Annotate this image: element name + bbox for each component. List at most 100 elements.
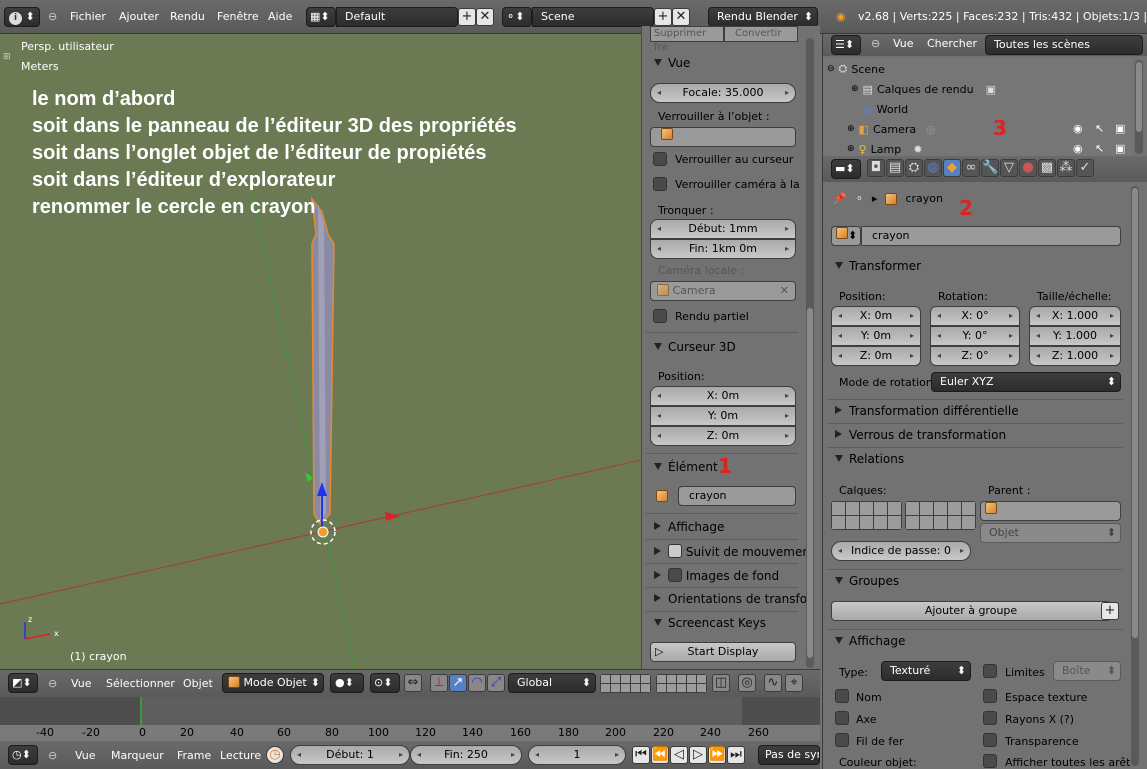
world-tab-icon[interactable]: ◍ (924, 159, 942, 177)
collapse-icon[interactable]: ⊖ (48, 749, 57, 762)
bounds-type-select[interactable]: Boîte ⬍ (1053, 661, 1121, 681)
bounds-checkbox[interactable] (983, 664, 997, 678)
preview-range-icon[interactable]: ◷ (266, 746, 284, 764)
clear-icon[interactable]: ✕ (780, 282, 789, 300)
play-reverse-icon[interactable]: ◁ (670, 746, 688, 764)
viewport-layers-b[interactable] (656, 674, 707, 693)
rotation-mode-select[interactable]: Euler XYZ ⬍ (931, 372, 1121, 392)
lock-camera-checkbox[interactable] (653, 177, 667, 191)
properties-scrollbar[interactable] (1131, 186, 1139, 766)
pass-index-field[interactable]: ◂ Indice de passe: 0 ▸ (831, 541, 971, 561)
panel-header-delta-transform[interactable]: Transformation différentielle (835, 404, 1019, 418)
motion-tracking-checkbox[interactable] (668, 544, 682, 558)
viewport-menu-view[interactable]: Vue (71, 677, 92, 690)
expand-toggle-icon[interactable]: ⊕ (847, 144, 855, 154)
parent-type-select[interactable]: Objet ⬍ (980, 523, 1121, 543)
outliner-item-world[interactable]: ◍ World (863, 100, 908, 118)
panel-header-display[interactable]: Affichage (835, 634, 905, 648)
viewport-menu-object[interactable]: Objet (183, 677, 213, 690)
outliner-editor-type-button[interactable]: ☰⬍ (831, 35, 861, 55)
proportional-edit-icon[interactable]: ∿ (764, 674, 782, 692)
selectable-cursor-icon[interactable]: ↖ (1095, 122, 1104, 135)
location-y-field[interactable]: ◂ Y: 0m ▸ (831, 326, 921, 346)
pin-icon[interactable]: 📌 (833, 192, 847, 205)
info-editor-type-button[interactable]: i ⬍ (4, 7, 40, 27)
xray-checkbox[interactable] (983, 711, 997, 725)
outliner-item-render-layers[interactable]: ⊕ ▤ Calques de rendu ▣ (851, 80, 996, 98)
expand-toggle-icon[interactable]: ⊕ (851, 84, 859, 94)
modifiers-tab-icon[interactable]: 🔧 (981, 159, 999, 177)
properties-editor-type-button[interactable]: ▬⬍ (831, 159, 861, 179)
lock-object-field[interactable] (650, 127, 796, 147)
lock-layers-icon[interactable]: ◫ (712, 674, 730, 692)
outliner-item-camera[interactable]: ⊕ ◧ Camera ◎ (847, 120, 936, 138)
clip-end-field[interactable]: ◂ Fin: 1km 0m ▸ (650, 239, 796, 259)
end-frame-field[interactable]: ◂ Fin: 250 ▸ (410, 745, 522, 765)
display-type-select[interactable]: Texturé ⬍ (881, 661, 971, 681)
parent-field[interactable] (980, 501, 1121, 521)
selectable-cursor-icon[interactable]: ↖ (1095, 142, 1104, 155)
object-data-browse-button[interactable]: ⬍ (831, 226, 861, 246)
timeline-menu-view[interactable]: Vue (75, 749, 96, 762)
focal-length-field[interactable]: ◂ Focale: 35.000 ▸ (650, 83, 796, 103)
scene-tab-icon[interactable]: ⛭ (905, 159, 923, 177)
panel-header-relations[interactable]: Relations (835, 452, 904, 466)
render-layers-tab-icon[interactable]: ▤ (886, 159, 904, 177)
local-camera-field[interactable]: Camera ✕ (650, 281, 796, 301)
material-tab-icon[interactable]: ● (1019, 159, 1037, 177)
snap-icon[interactable]: ⌖ (785, 674, 803, 692)
visibility-eye-icon[interactable]: ◉ (1073, 142, 1083, 155)
render-camera-icon[interactable]: ▣ (1115, 122, 1125, 135)
convert-button[interactable]: Convertir (724, 26, 798, 42)
render-engine-select[interactable]: Rendu Blender ⬍ (708, 7, 818, 27)
layers-grid-a[interactable] (831, 501, 902, 530)
3d-viewport[interactable]: z x ⊞ Persp. utilisateur Meters le nom d… (0, 34, 641, 669)
panel-header-transform-locks[interactable]: Verrous de transformation (835, 428, 1006, 442)
outliner-menu-view[interactable]: Vue (893, 37, 914, 50)
panel-scrollbar[interactable] (806, 38, 814, 668)
menu-file[interactable]: Fichier (70, 10, 106, 23)
start-display-button[interactable]: ▷ Start Display (650, 642, 796, 662)
background-images-checkbox[interactable] (668, 568, 682, 582)
sync-mode-select[interactable]: Pas de sync (758, 745, 820, 765)
jump-end-icon[interactable]: ⏭ (727, 746, 745, 764)
play-icon[interactable]: ▷ (689, 746, 707, 764)
add-group-plus-icon[interactable]: + (1101, 602, 1119, 620)
panel-header-display[interactable]: Affichage (654, 520, 724, 534)
transparency-checkbox[interactable] (983, 733, 997, 747)
scale-manipulator-icon[interactable]: ⤢ (487, 674, 505, 692)
expand-toggle-icon[interactable]: ⊕ (847, 124, 855, 134)
timeline-editor[interactable]: -40 -20 0 20 40 60 80 100 120 140 160 18… (0, 697, 820, 741)
plus-icon[interactable]: ⊞ (3, 52, 11, 62)
viewport-shading-select[interactable]: ●⬍ (330, 673, 364, 693)
prev-keyframe-icon[interactable]: ⏪ (651, 746, 669, 764)
remove-scene-icon[interactable]: ✕ (672, 8, 690, 26)
scene-icon[interactable]: ⚬⬍ (502, 7, 532, 27)
cursor-z-field[interactable]: ◂ Z: 0m ▸ (650, 426, 796, 446)
add-scene-icon[interactable]: + (654, 8, 672, 26)
partial-render-checkbox[interactable] (653, 309, 667, 323)
layout-icon[interactable]: ▦⬍ (306, 7, 336, 27)
cursor-y-field[interactable]: ◂ Y: 0m ▸ (650, 406, 796, 426)
panel-header-screencast-keys[interactable]: Screencast Keys (654, 616, 766, 630)
panel-header-transform-orientations[interactable]: Orientations de transfor (654, 592, 812, 606)
interaction-mode-select[interactable]: Mode Objet ⬍ (222, 673, 324, 693)
panel-header-groups[interactable]: Groupes (835, 574, 899, 588)
collapse-toggle-icon[interactable]: ⊖ (827, 64, 835, 74)
properties-object-name-field[interactable]: crayon (861, 226, 1121, 246)
panel-header-3d-cursor[interactable]: Curseur 3D (654, 340, 736, 354)
data-tab-icon[interactable]: ▽ (1000, 159, 1018, 177)
rotate-manipulator-icon[interactable]: ◠ (468, 674, 486, 692)
lock-cursor-checkbox[interactable] (653, 152, 667, 166)
viewport-menu-select[interactable]: Sélectionner (106, 677, 175, 690)
next-keyframe-icon[interactable]: ⏩ (708, 746, 726, 764)
panel-header-item[interactable]: Élément (654, 460, 718, 474)
outliner-menu-search[interactable]: Chercher (927, 37, 977, 50)
timeline-menu-marker[interactable]: Marqueur (111, 749, 164, 762)
object-name-field[interactable]: crayon (678, 486, 796, 506)
current-frame-field[interactable]: ◂ 1 ▸ (528, 745, 626, 765)
jump-start-icon[interactable]: ⏮ (632, 746, 650, 764)
panel-header-transform[interactable]: Transformer (835, 259, 921, 273)
current-frame-marker[interactable] (140, 697, 142, 725)
clip-start-field[interactable]: ◂ Début: 1mm ▸ (650, 219, 796, 239)
